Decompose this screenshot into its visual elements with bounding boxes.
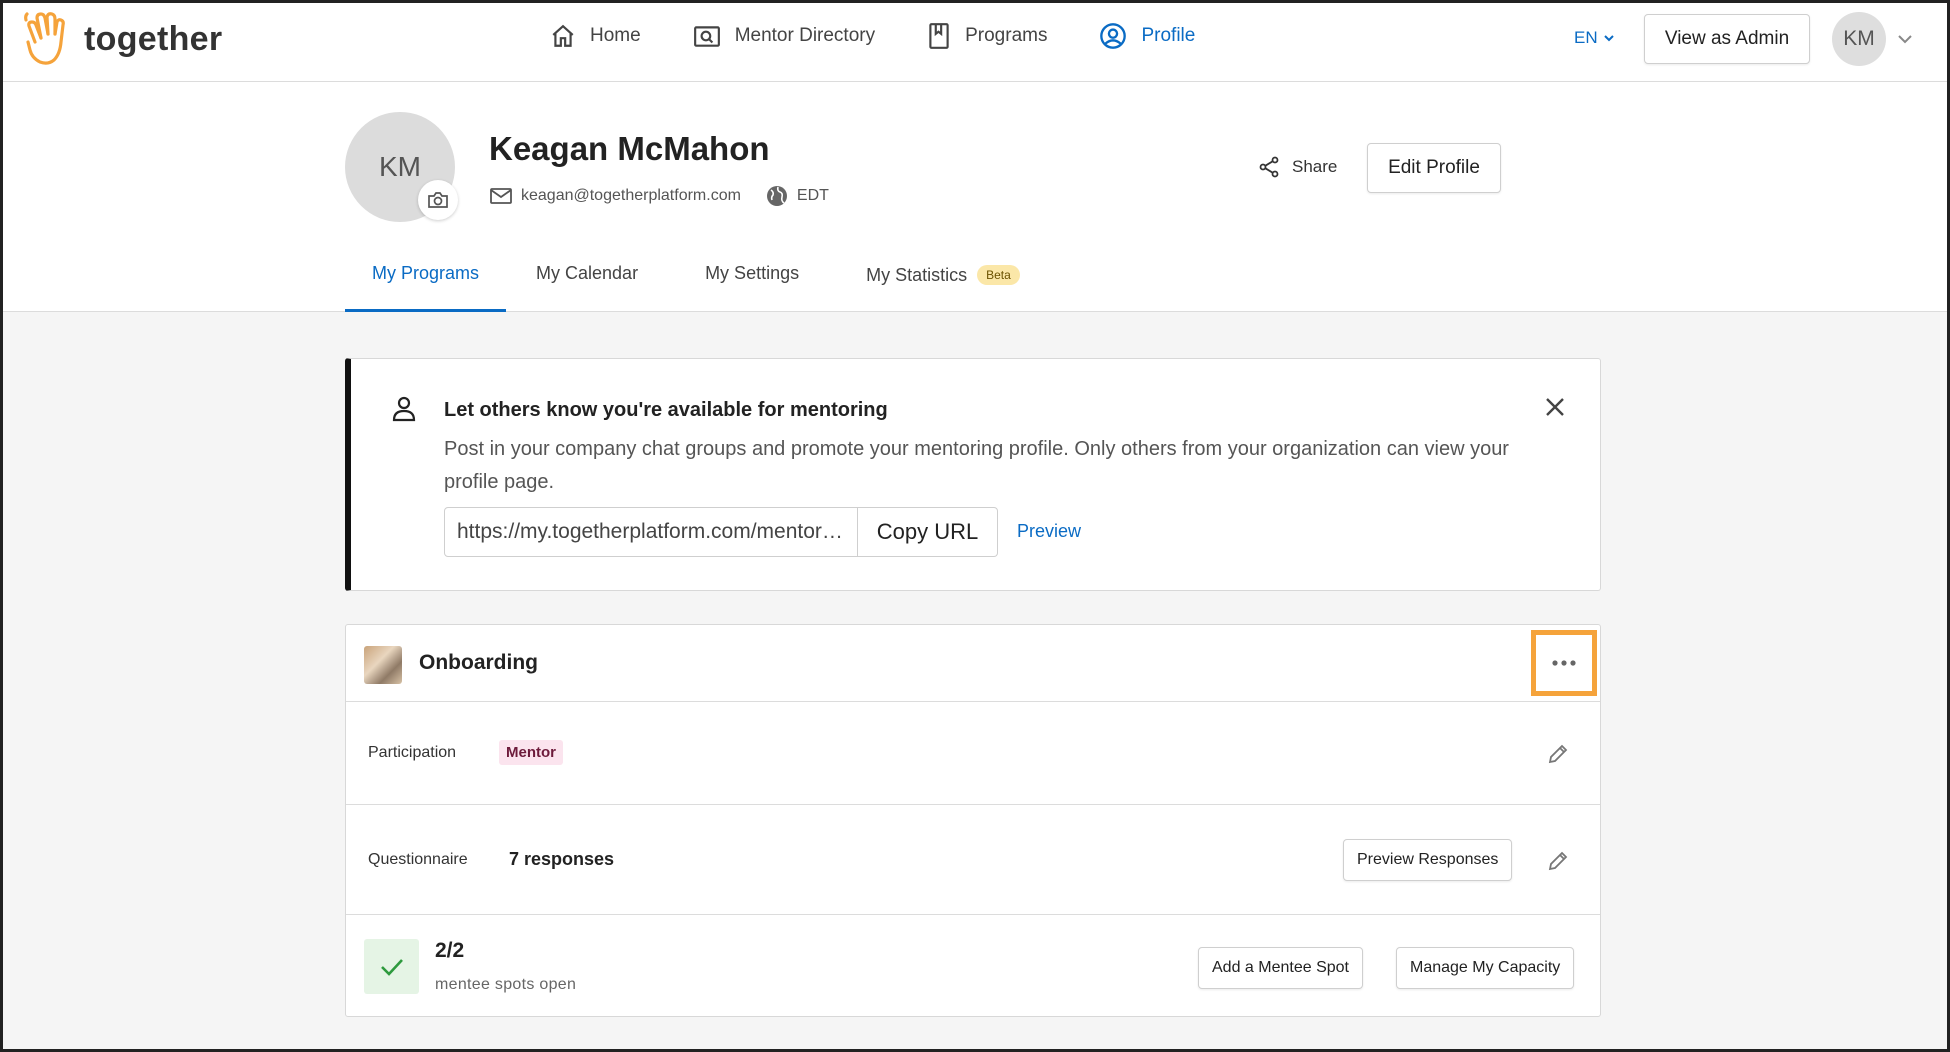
view-as-admin-button[interactable]: View as Admin: [1644, 14, 1810, 64]
nav-item-profile[interactable]: Profile: [1099, 22, 1195, 50]
avatar[interactable]: KM: [1832, 12, 1886, 66]
tab-my-calendar[interactable]: My Calendar: [506, 254, 678, 312]
nav-item-label: Mentor Directory: [734, 25, 876, 46]
add-mentee-spot-button[interactable]: Add a Mentee Spot: [1198, 947, 1363, 989]
profile-email: keagan@togetherplatform.com: [521, 187, 741, 204]
tab-my-programs[interactable]: My Programs: [345, 254, 507, 312]
program-thumbnail: [364, 646, 402, 684]
pencil-icon[interactable]: [1546, 849, 1570, 873]
questionnaire-row: Questionnaire 7 responses Preview Respon…: [346, 805, 1600, 915]
share-icon: [1259, 156, 1279, 178]
nav-item-label: Programs: [965, 25, 1048, 46]
language-selector[interactable]: EN: [1574, 28, 1616, 48]
home-icon: [552, 24, 574, 47]
profile-name: Keagan McMahon: [489, 130, 770, 167]
nav-item-programs[interactable]: Programs: [927, 22, 1047, 50]
tab-label: My Programs: [372, 263, 480, 283]
hand-wave-icon: [24, 12, 65, 65]
nav-item-label: Profile: [1141, 25, 1196, 46]
more-options-button[interactable]: [1531, 630, 1597, 696]
chevron-down-icon: [1603, 35, 1614, 42]
beta-badge: Beta: [977, 265, 1020, 285]
program-name: Onboarding: [419, 651, 538, 674]
timezone-label: EDT: [796, 187, 829, 204]
main-nav: Home Mentor Directory Programs Profile: [550, 22, 1247, 50]
pencil-icon[interactable]: [1546, 742, 1570, 766]
brand-logo[interactable]: together: [24, 12, 222, 66]
ellipsis-icon: [1552, 660, 1576, 666]
preview-link[interactable]: Preview: [1017, 521, 1081, 542]
capacity-check: [364, 939, 419, 994]
tab-my-settings[interactable]: My Settings: [678, 254, 839, 312]
profile-header: KM Keagan McMahon keagan@togetherplatfor…: [0, 82, 1950, 312]
language-label: EN: [1574, 28, 1598, 47]
preview-responses-button[interactable]: Preview Responses: [1343, 839, 1513, 881]
banner-body: Post in your company chat groups and pro…: [444, 438, 1509, 493]
profile-meta: keagan@togetherplatform.com EDT: [489, 184, 829, 208]
person-icon: [392, 396, 416, 422]
close-icon[interactable]: [1543, 395, 1567, 419]
mentoring-availability-banner: Let others know you're available for men…: [345, 358, 1601, 591]
copy-url-button[interactable]: Copy URL: [858, 507, 998, 557]
program-card: Onboarding Participation Mentor Question…: [345, 624, 1601, 1017]
program-header: Onboarding: [346, 625, 1600, 702]
tab-label: My Settings: [705, 263, 800, 283]
checkmark-icon: [380, 958, 403, 976]
participation-row: Participation Mentor: [346, 702, 1600, 805]
nav-item-home[interactable]: Home: [550, 23, 641, 49]
directory-icon: [693, 26, 720, 47]
nav-item-label: Home: [590, 25, 641, 46]
user-circle-icon: [1100, 23, 1127, 49]
profile-tabs: My Programs My Calendar My Settings My S…: [345, 254, 1047, 312]
banner-title: Let others know you're available for men…: [444, 399, 888, 421]
profile-url-field[interactable]: https://my.togetherplatform.com/mentors/…: [444, 507, 858, 557]
participation-label: Participation: [368, 744, 457, 761]
share-button[interactable]: Share: [1258, 156, 1337, 178]
brand-name: together: [84, 19, 223, 58]
tab-label: My Calendar: [536, 263, 639, 283]
profile-url-group: https://my.togetherplatform.com/mentors/…: [444, 507, 998, 557]
bookmark-icon: [929, 23, 949, 49]
role-badge: Mentor: [499, 740, 563, 765]
edit-profile-button[interactable]: Edit Profile: [1367, 143, 1501, 193]
mentee-spots-count: 2/2: [435, 939, 465, 962]
tab-label: My Statistics: [866, 265, 968, 285]
manage-capacity-button[interactable]: Manage My Capacity: [1396, 947, 1575, 989]
response-count: 7 responses: [509, 849, 615, 869]
mentee-spots-label: mentee spots open: [435, 976, 577, 993]
camera-icon: [428, 192, 448, 208]
globe-icon: [766, 186, 787, 206]
top-navbar: together Home Mentor Directory Programs …: [0, 0, 1950, 82]
tab-my-statistics[interactable]: My Statistics Beta: [839, 254, 1047, 312]
change-photo-button[interactable]: [418, 180, 458, 220]
profile-timezone: EDT: [765, 184, 829, 208]
questionnaire-label: Questionnaire: [368, 851, 468, 868]
chevron-down-icon[interactable]: [1896, 30, 1914, 48]
nav-item-mentor-directory[interactable]: Mentor Directory: [693, 23, 875, 49]
mail-icon: [490, 188, 512, 204]
share-label: Share: [1292, 157, 1338, 176]
